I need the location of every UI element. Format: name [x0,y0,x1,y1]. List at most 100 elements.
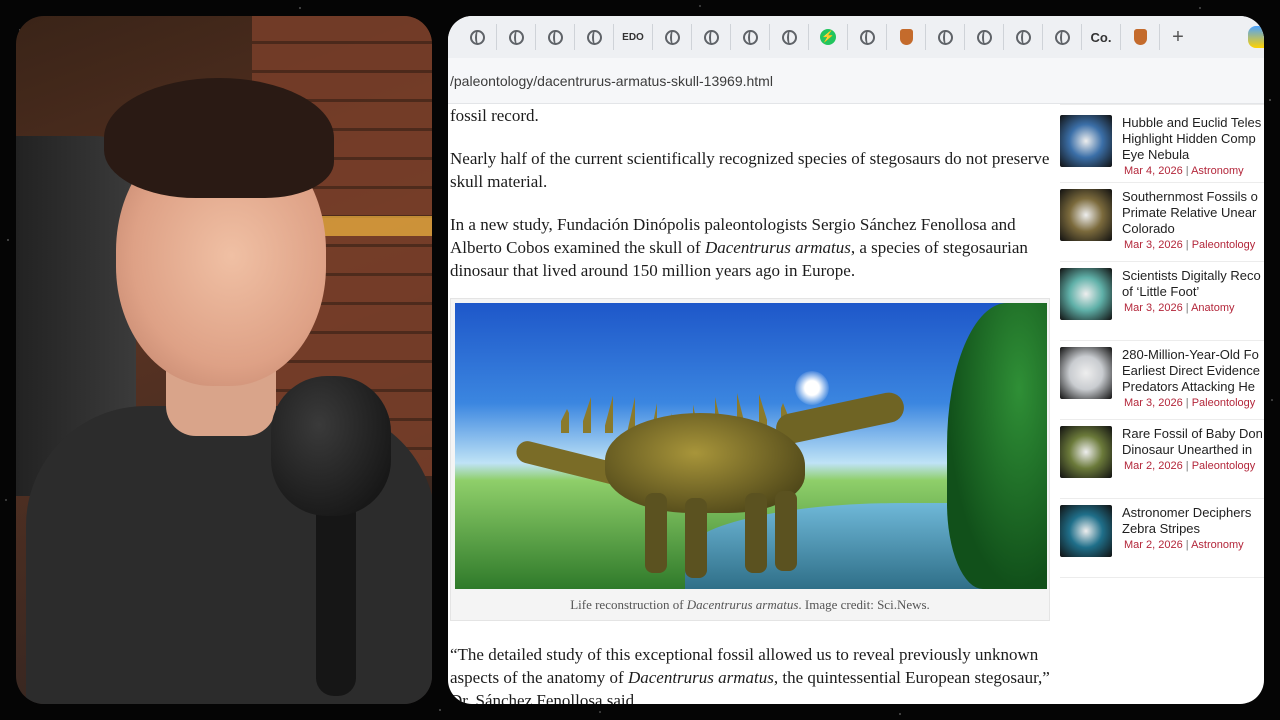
foliage [947,303,1047,589]
browser-tab[interactable] [1004,24,1043,50]
related-article-title[interactable]: Rare Fossil of Baby Don [1122,426,1263,442]
related-article-title[interactable]: Zebra Stripes [1122,521,1251,537]
caption-credit: . Image credit: Sci.News. [798,597,930,612]
article-thumbnail[interactable] [1060,347,1112,399]
dinosaur-leg [745,493,767,573]
url-text[interactable]: /paleontology/dacentrurus-armatus-skull-… [450,73,773,89]
related-article-title[interactable]: Primate Relative Unear [1122,205,1258,221]
bolt-icon: ⚡ [820,29,836,45]
globe-icon [781,29,797,45]
browser-tab[interactable] [497,24,536,50]
related-article-meta: Mar 3, 2026 | Paleontology [1124,239,1258,251]
article-category[interactable]: Paleontology [1192,397,1256,409]
article-body: fossil record. Nearly half of the curren… [450,104,1050,704]
caption-text: Life reconstruction of [570,597,687,612]
browser-tab[interactable] [848,24,887,50]
related-article-meta: Mar 4, 2026 | Astronomy [1124,165,1261,176]
related-article[interactable]: 280-Million-Year-Old Fo Earliest Direct E… [1060,341,1264,420]
figure-caption: Life reconstruction of Dacentrurus armat… [455,589,1045,620]
related-article[interactable]: Hubble and Euclid Teles Highlight Hidden … [1060,104,1264,183]
related-article-text: Rare Fossil of Baby Don Dinosaur Unearthe… [1122,426,1263,492]
globe-icon [664,29,680,45]
globe-icon [547,29,563,45]
related-article-title[interactable]: Southernmost Fossils o [1122,189,1258,205]
meta-separator: | [1182,302,1192,314]
species-name: Dacentrurus armatus [627,668,774,687]
browser-tab[interactable] [887,24,926,50]
globe-icon [976,29,992,45]
shield-icon [1133,29,1147,45]
mic-arm [316,496,356,696]
browser-tab[interactable] [458,24,497,50]
article-thumbnail[interactable] [1060,115,1112,167]
related-article[interactable]: Rare Fossil of Baby Don Dinosaur Unearthe… [1060,420,1264,499]
browser-tab[interactable] [1121,24,1160,50]
globe-icon [742,29,758,45]
browser-tab[interactable] [536,24,575,50]
related-article-title[interactable]: Colorado [1122,221,1258,237]
sun [795,371,829,405]
related-article-text: Astronomer Deciphers Zebra Stripes Mar 2, … [1122,505,1251,571]
dinosaur-leg [645,493,667,573]
article-date: Mar 4, 2026 [1124,165,1183,176]
dinosaur-illustration[interactable] [455,303,1047,589]
related-article-text: Southernmost Fossils o Primate Relative U… [1122,189,1258,255]
article-category[interactable]: Astronomy [1191,165,1244,176]
article-category[interactable]: Paleontology [1192,239,1256,251]
globe-icon [469,29,485,45]
browser-tab[interactable] [653,24,692,50]
globe-icon [1015,29,1031,45]
browser-tab[interactable]: ⚡ [809,24,848,50]
tab-strip: EDO ⚡ Co. + [448,16,1264,58]
extension-icon[interactable] [1248,26,1264,48]
meta-separator: | [1182,460,1192,472]
globe-icon [937,29,953,45]
browser-tab[interactable] [692,24,731,50]
related-article[interactable]: Astronomer Deciphers Zebra Stripes Mar 2, … [1060,499,1264,578]
related-article-title[interactable]: Earliest Direct Evidence [1122,363,1260,379]
meta-separator: | [1182,539,1192,551]
browser-tab[interactable] [926,24,965,50]
browser-tab[interactable] [731,24,770,50]
shield-icon [899,29,913,45]
browser-tab[interactable] [1043,24,1082,50]
related-article-title[interactable]: Predators Attacking He [1122,379,1260,395]
article-category[interactable]: Astronomy [1191,539,1244,551]
related-article-title[interactable]: Hubble and Euclid Teles [1122,115,1261,131]
related-article-title[interactable]: Astronomer Deciphers [1122,505,1251,521]
related-article-title[interactable]: Dinosaur Unearthed in [1122,442,1263,458]
related-article[interactable]: Southernmost Fossils o Primate Relative U… [1060,183,1264,262]
article-date: Mar 2, 2026 [1124,539,1183,551]
browser-tab[interactable]: Co. [1082,24,1121,50]
browser-tab[interactable] [770,24,809,50]
browser-tab[interactable]: EDO [614,24,653,50]
article-category[interactable]: Paleontology [1192,460,1256,472]
globe-icon [1054,29,1070,45]
related-article-title[interactable]: Highlight Hidden Comp [1122,131,1261,147]
globe-icon [703,29,719,45]
dinosaur-leg [685,498,707,578]
article-thumbnail[interactable] [1060,426,1112,478]
paragraph-2: In a new study, Fundación Dinópolis pale… [450,213,1050,282]
article-category[interactable]: Anatomy [1191,302,1234,314]
dinosaur-leg [775,491,797,571]
address-bar[interactable]: /paleontology/dacentrurus-armatus-skull-… [448,58,1264,104]
related-article-title[interactable]: 280-Million-Year-Old Fo [1122,347,1260,363]
browser-tab[interactable] [965,24,1004,50]
related-article[interactable]: Scientists Digitally Reco of ‘Little Foot… [1060,262,1264,341]
related-article-meta: Mar 3, 2026 | Paleontology [1124,397,1260,409]
new-tab-button[interactable]: + [1160,26,1196,49]
article-thumbnail[interactable] [1060,505,1112,557]
co-icon: Co. [1090,29,1112,45]
globe-icon [859,29,875,45]
dinosaur-neck [773,389,907,447]
browser-tab[interactable] [575,24,614,50]
meta-separator: | [1182,397,1192,409]
article-thumbnail[interactable] [1060,189,1112,241]
related-article-title[interactable]: Eye Nebula [1122,147,1261,163]
article-thumbnail[interactable] [1060,268,1112,320]
microphone [271,376,391,516]
paragraph-3: “The detailed study of this exceptional … [450,643,1050,704]
related-article-title[interactable]: of ‘Little Foot’ [1122,284,1261,300]
related-article-title[interactable]: Scientists Digitally Reco [1122,268,1261,284]
